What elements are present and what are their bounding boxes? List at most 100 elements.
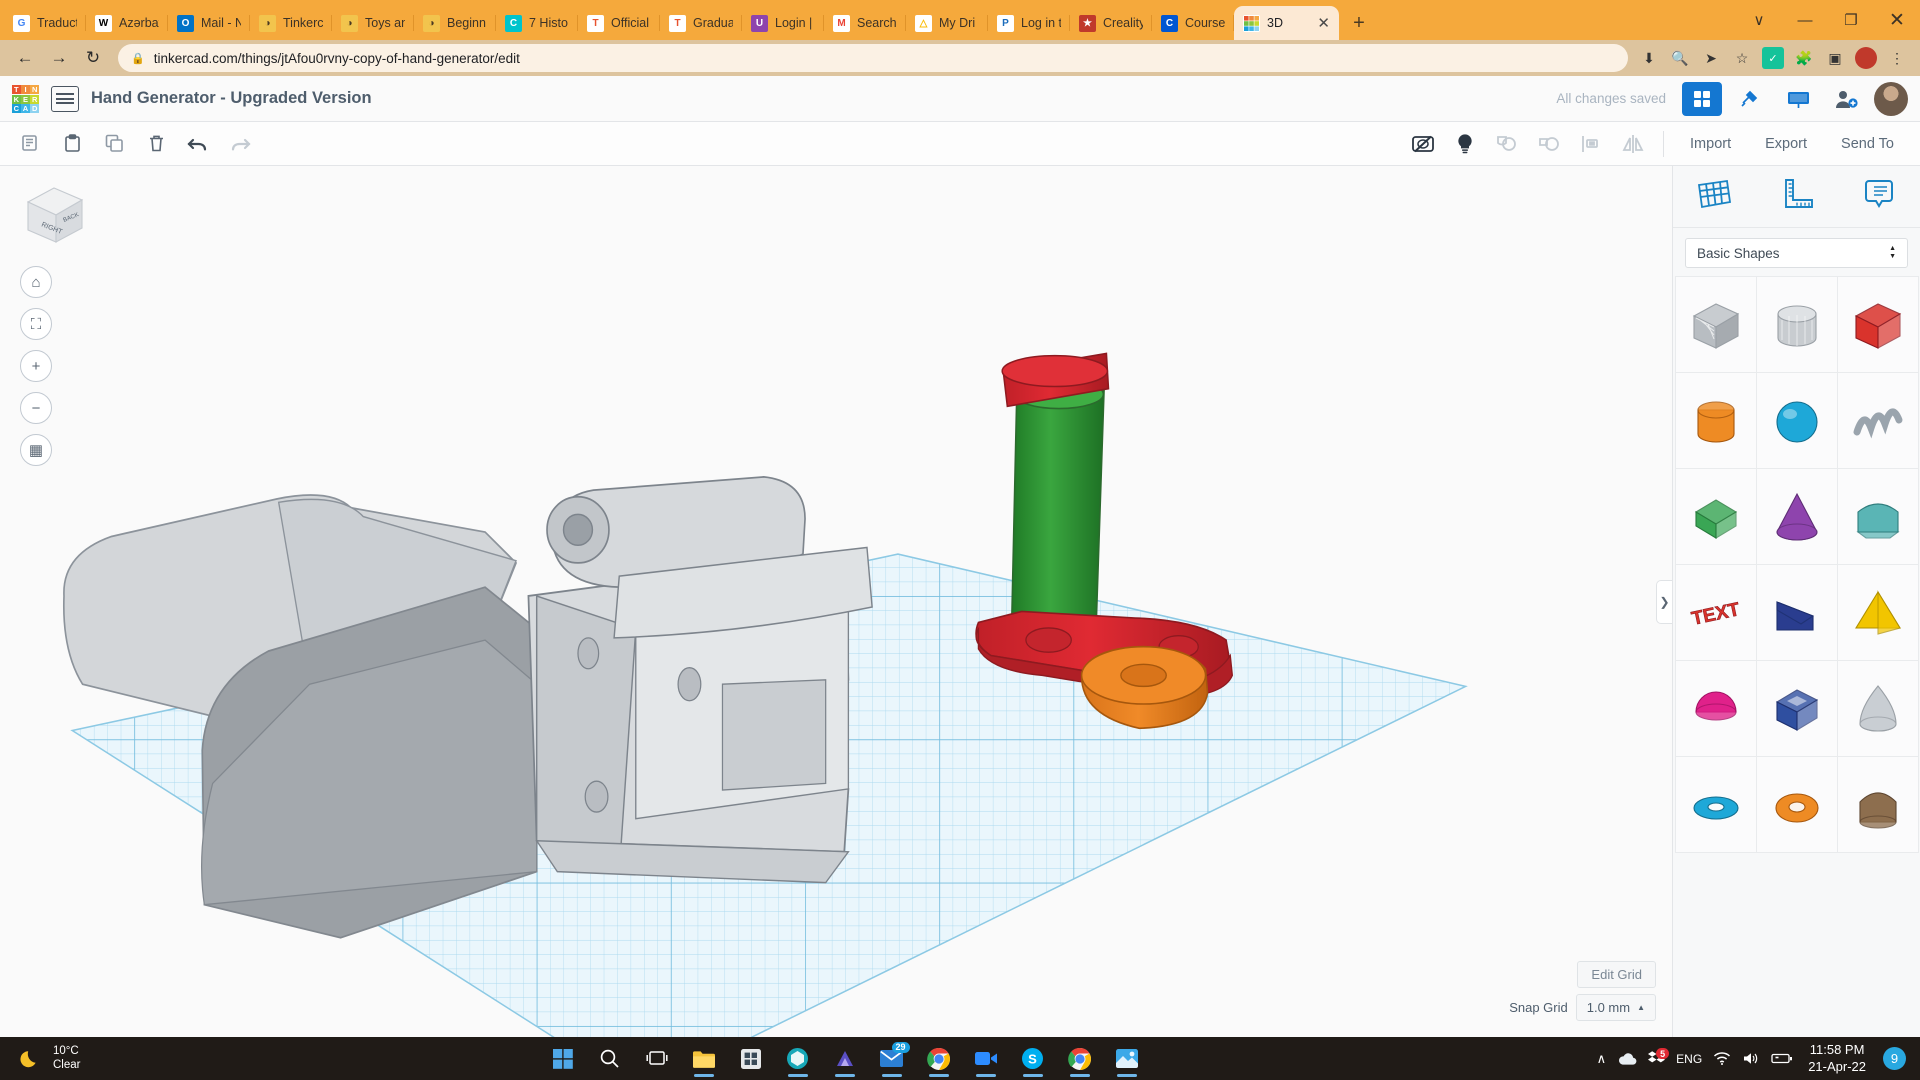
- zoom-app[interactable]: [966, 1040, 1006, 1078]
- cylinder-shape[interactable]: [1674, 371, 1757, 469]
- blocks-button[interactable]: [1730, 82, 1770, 116]
- mail-app[interactable]: 29: [872, 1040, 912, 1078]
- scribble-shape[interactable]: [1836, 371, 1919, 469]
- close-icon[interactable]: ✕: [1317, 16, 1330, 31]
- cube-view-icon[interactable]: ▦: [20, 434, 52, 466]
- search-button[interactable]: [590, 1040, 630, 1078]
- browser-tab[interactable]: O Mail - N: [168, 6, 250, 40]
- zoom-icon[interactable]: 🔍: [1669, 47, 1691, 69]
- install-icon[interactable]: ⬇: [1638, 47, 1660, 69]
- sphere-shape[interactable]: [1755, 371, 1838, 469]
- import-button[interactable]: Import: [1674, 129, 1747, 159]
- onedrive-icon[interactable]: [1617, 1051, 1637, 1066]
- fit-all-icon[interactable]: ⛶: [20, 308, 52, 340]
- minus-icon[interactable]: −: [20, 392, 52, 424]
- avatar[interactable]: [1874, 81, 1908, 116]
- paraboloid-shape[interactable]: [1836, 659, 1919, 757]
- dropbox-icon[interactable]: 5: [1648, 1048, 1670, 1067]
- learn-button[interactable]: [1778, 82, 1818, 116]
- plus-icon[interactable]: +: [20, 350, 52, 382]
- url-input[interactable]: 🔒 tinkercad.com/things/jtAfou0rvny-copy-…: [118, 44, 1628, 72]
- copy-icon[interactable]: [10, 127, 50, 161]
- note-callout-icon[interactable]: [1859, 176, 1899, 217]
- browser-tab[interactable]: M Search: [824, 6, 906, 40]
- group-icon[interactable]: [1487, 127, 1527, 161]
- paste-icon[interactable]: [52, 127, 92, 161]
- browser-tab[interactable]: P Log in t: [988, 6, 1070, 40]
- ungroup-icon[interactable]: [1529, 127, 1569, 161]
- pyramid-shape[interactable]: [1836, 563, 1919, 661]
- microsoft-store[interactable]: [731, 1040, 771, 1078]
- skype-app[interactable]: S: [1013, 1040, 1053, 1078]
- invite-button[interactable]: [1826, 82, 1866, 116]
- creality-print[interactable]: [825, 1040, 865, 1078]
- language-indicator[interactable]: ENG: [1676, 1052, 1702, 1066]
- weather-widget[interactable]: 10°C Clear: [6, 1045, 92, 1071]
- mirror-icon[interactable]: [1613, 127, 1653, 161]
- gallery-grid-button[interactable]: [1682, 81, 1722, 116]
- photos-app[interactable]: [1107, 1040, 1147, 1078]
- browser-tab[interactable]: T Gradua: [660, 6, 742, 40]
- grammarly-icon[interactable]: ✓: [1762, 47, 1784, 69]
- browser-tab[interactable]: W Azərbay: [86, 6, 168, 40]
- box-hole-shape[interactable]: [1674, 276, 1757, 373]
- tray-expand-icon[interactable]: ∧: [1597, 1051, 1607, 1067]
- halfsphere-shape[interactable]: [1674, 659, 1757, 757]
- sidepanel-icon[interactable]: ▣: [1824, 47, 1846, 69]
- chrome-window-2[interactable]: [1060, 1040, 1100, 1078]
- redo-arrow-icon[interactable]: [220, 127, 260, 161]
- view-cube[interactable]: RIGHT BACK: [20, 180, 90, 250]
- wifi-icon[interactable]: [1713, 1051, 1731, 1066]
- browser-tab[interactable]: ★ Creality: [1070, 6, 1152, 40]
- speaker-icon[interactable]: [1742, 1051, 1760, 1066]
- browser-tab[interactable]: ◑ Beginn: [414, 6, 496, 40]
- browser-tab[interactable]: ◑ Toys an: [332, 6, 414, 40]
- wedge-shape[interactable]: [1755, 563, 1838, 661]
- task-view-button[interactable]: [637, 1040, 677, 1078]
- panel-collapse-button[interactable]: ❯: [1656, 579, 1672, 624]
- home-icon[interactable]: ⌂: [20, 266, 52, 298]
- edit-grid-button[interactable]: Edit Grid: [1577, 961, 1656, 988]
- maximize-button[interactable]: ❐: [1828, 3, 1874, 37]
- workplane-grid-icon[interactable]: [1694, 176, 1734, 217]
- browser-tab[interactable]: C Course: [1152, 6, 1234, 40]
- 3d-viewport[interactable]: RIGHT BACK ⌂ ⛶ + − ▦ Edit Grid Snap Grid…: [0, 166, 1672, 1037]
- align-icon[interactable]: [1571, 127, 1611, 161]
- ruler-icon[interactable]: [1776, 176, 1816, 217]
- torus-shape[interactable]: [1755, 755, 1838, 853]
- eye-slash-icon[interactable]: [1403, 127, 1443, 161]
- torus-flat-shape[interactable]: [1674, 755, 1757, 853]
- trash-icon[interactable]: [136, 127, 176, 161]
- share-icon[interactable]: ➤: [1700, 47, 1722, 69]
- new-tab-button[interactable]: +: [1345, 9, 1373, 37]
- reload-icon[interactable]: ↻: [78, 43, 108, 73]
- back-icon[interactable]: ←: [10, 43, 40, 73]
- polygon-shape[interactable]: [1674, 467, 1757, 565]
- battery-icon[interactable]: [1771, 1052, 1793, 1065]
- cura-slicer[interactable]: [778, 1040, 818, 1078]
- browser-tab[interactable]: T Official: [578, 6, 660, 40]
- lightbulb-icon[interactable]: [1445, 127, 1485, 161]
- browser-tab[interactable]: C 7 Histo: [496, 6, 578, 40]
- browser-tab-active[interactable]: 3D ✕: [1234, 6, 1339, 40]
- bookmark-star-icon[interactable]: ☆: [1731, 47, 1753, 69]
- menu-kebab-icon[interactable]: ⋮: [1886, 47, 1908, 69]
- hamburger-list-icon[interactable]: [51, 85, 79, 112]
- duplicate-icon[interactable]: [94, 127, 134, 161]
- text-shape[interactable]: TEXT: [1674, 563, 1757, 661]
- round-roof-shape[interactable]: [1836, 755, 1919, 853]
- browser-tab[interactable]: U Login |: [742, 6, 824, 40]
- box-shape[interactable]: [1836, 276, 1919, 373]
- chrome-browser[interactable]: [919, 1040, 959, 1078]
- shape-category-dropdown[interactable]: Basic Shapes ▲ ▼: [1685, 238, 1908, 268]
- start-button[interactable]: [543, 1040, 583, 1078]
- browser-tab[interactable]: G Traduct: [4, 6, 86, 40]
- puzzle-icon[interactable]: 🧩: [1793, 47, 1815, 69]
- cone-shape[interactable]: [1755, 467, 1838, 565]
- snap-grid-dropdown[interactable]: 1.0 mm ▲: [1575, 994, 1656, 1021]
- clock[interactable]: 11:58 PM 21-Apr-22: [1804, 1042, 1866, 1075]
- tube-square-shape[interactable]: [1755, 659, 1838, 757]
- profile-avatar-icon[interactable]: [1855, 47, 1877, 69]
- browser-tab[interactable]: △ My Dri: [906, 6, 988, 40]
- file-explorer[interactable]: [684, 1040, 724, 1078]
